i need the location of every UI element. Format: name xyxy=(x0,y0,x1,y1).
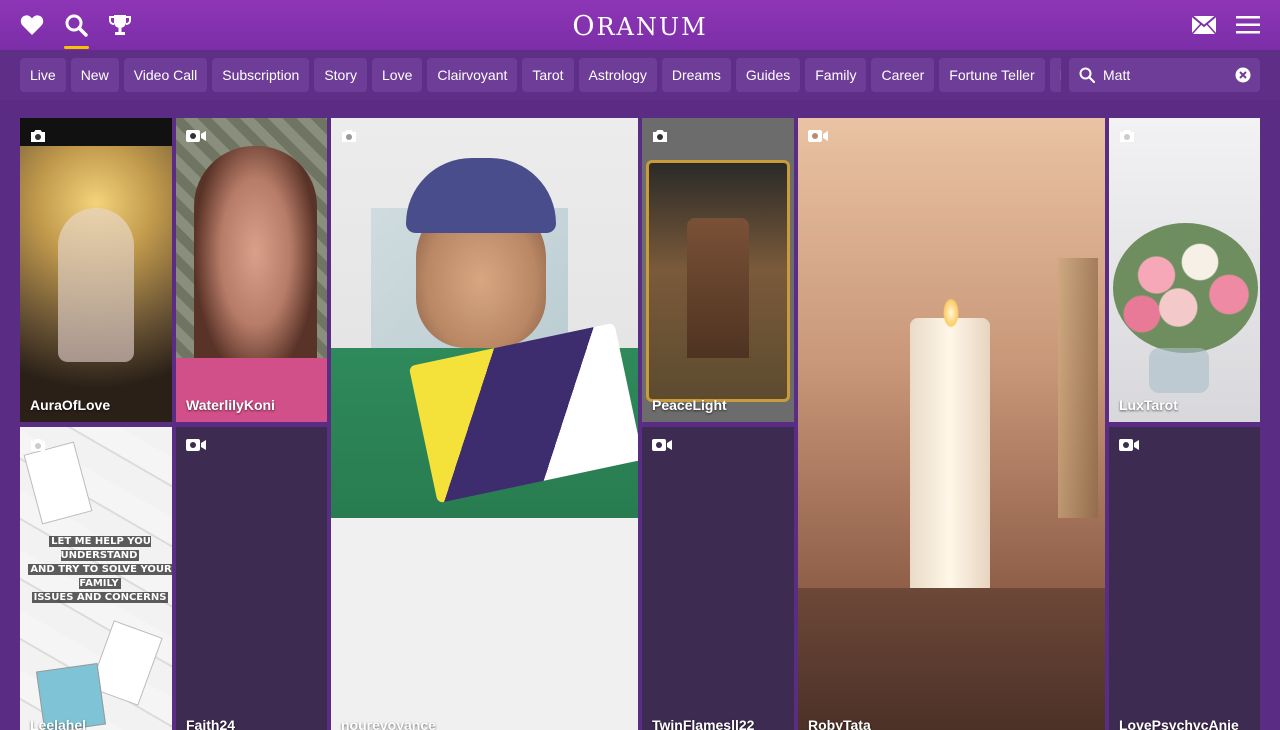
profile-name: Leelahel xyxy=(30,717,87,730)
video-camera-icon xyxy=(1119,438,1139,457)
profile-name: TwinFlamesll22 xyxy=(652,717,755,730)
video-camera-icon xyxy=(186,129,206,148)
profile-tile[interactable]: Faith24 xyxy=(176,427,327,730)
chip-tarot[interactable]: Tarot xyxy=(522,58,574,92)
category-chips: Live New Video Call Subscription Story Love Cl… xyxy=(20,58,1061,92)
video-camera-icon xyxy=(652,438,672,457)
profile-name: Faith24 xyxy=(186,717,236,730)
profile-tile-featured[interactable]: nourevoyance xyxy=(331,118,638,730)
overlay-line: ISSUES AND CONCERNS xyxy=(31,592,169,603)
promo-text-overlay: LET ME HELP YOU UNDERSTAND AND TRY TO SO… xyxy=(26,535,172,605)
profile-name: WaterlilyKoni xyxy=(186,397,275,413)
search-field-icon xyxy=(1079,67,1096,88)
overlay-line: LET ME HELP YOU UNDERSTAND xyxy=(49,536,151,561)
clear-search-icon[interactable] xyxy=(1235,67,1251,88)
search-box xyxy=(1069,58,1260,92)
profile-tile[interactable]: LuxTarot xyxy=(1109,118,1260,422)
chip-live[interactable]: Live xyxy=(20,58,66,92)
profile-name: AuraOfLove xyxy=(30,397,111,413)
chip-family[interactable]: Family xyxy=(805,58,867,92)
camera-icon xyxy=(30,438,46,457)
camera-icon xyxy=(341,129,357,148)
chip-video-call[interactable]: Video Call xyxy=(123,58,208,92)
profile-name: PeaceLight xyxy=(652,397,727,413)
chip-clairvoyant[interactable]: Clairvoyant xyxy=(427,58,518,92)
top-bar: ORANUM xyxy=(0,0,1280,50)
chip-love[interactable]: Love xyxy=(372,58,423,92)
profile-tile[interactable]: LET ME HELP YOU UNDERSTAND AND TRY TO SO… xyxy=(20,427,172,730)
chip-career[interactable]: Career xyxy=(871,58,935,92)
brand-logo[interactable]: ORANUM xyxy=(0,11,1280,42)
overlay-line: AND TRY TO SOLVE YOUR FAMILY xyxy=(28,564,172,589)
chip-astrology[interactable]: Astrology xyxy=(578,58,657,92)
profile-tile[interactable]: TwinFlamesll22 xyxy=(642,427,794,730)
profile-tile[interactable]: AuraOfLove xyxy=(20,118,172,422)
camera-icon xyxy=(1119,129,1135,148)
profile-tile[interactable]: WaterlilyKoni xyxy=(176,118,327,422)
chip-subscription[interactable]: Subscription xyxy=(212,58,310,92)
profile-tile[interactable]: PeaceLight xyxy=(642,118,794,422)
camera-icon xyxy=(30,129,46,148)
chip-guides[interactable]: Guides xyxy=(735,58,801,92)
chip-new[interactable]: New xyxy=(70,58,119,92)
profile-name: RobyTata xyxy=(808,717,871,730)
chip-truncated[interactable]: I xyxy=(1049,58,1061,92)
profile-name: LovePsychycAnie xyxy=(1119,717,1239,730)
profile-tile-featured[interactable]: RobyTata xyxy=(798,118,1105,730)
video-camera-icon xyxy=(808,129,828,148)
profile-name: nourevoyance xyxy=(341,717,436,730)
mail-icon[interactable] xyxy=(1191,12,1217,38)
chip-fortune-teller[interactable]: Fortune Teller xyxy=(939,58,1045,92)
search-input[interactable] xyxy=(1103,58,1223,92)
chip-story[interactable]: Story xyxy=(314,58,367,92)
camera-icon xyxy=(652,129,668,148)
profile-tile[interactable]: LovePsychycAnie xyxy=(1109,427,1260,730)
menu-icon[interactable] xyxy=(1235,12,1261,38)
chip-dreams[interactable]: Dreams xyxy=(661,58,731,92)
video-camera-icon xyxy=(186,438,206,457)
active-tab-indicator xyxy=(64,46,89,49)
profile-name: LuxTarot xyxy=(1119,397,1178,413)
